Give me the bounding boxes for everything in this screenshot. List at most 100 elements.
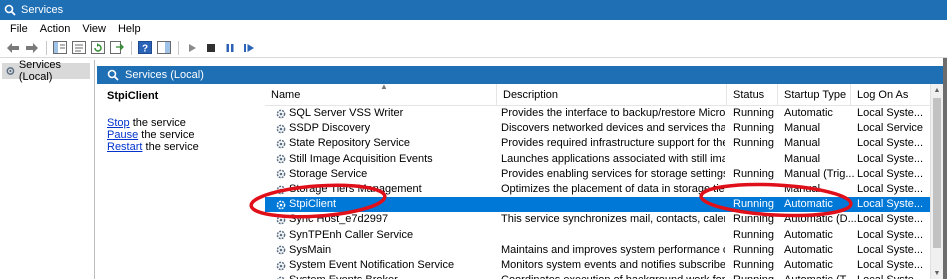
column-header-name[interactable]: ▲ Name: [265, 82, 497, 106]
console-tree: Services (Local): [0, 59, 95, 279]
service-description: This service synchronizes mail, contacts…: [501, 213, 725, 226]
table-row[interactable]: SysMain Maintains and improves system per…: [265, 243, 943, 258]
refresh-icon[interactable]: [89, 39, 107, 57]
service-name-cell: SSDP Discovery: [275, 121, 497, 136]
service-startup-type: Manual: [784, 122, 821, 135]
service-gear-icon: [276, 276, 286, 279]
service-log-on-as: Local Syste...: [857, 259, 924, 271]
action-pause: Pause the service: [107, 129, 265, 141]
service-name-cell: SynTPEnh Caller Service: [275, 228, 497, 243]
service-name: SysMain: [289, 243, 332, 256]
column-header-label: Status: [733, 89, 765, 101]
menu-bar: File Action View Help: [0, 20, 947, 38]
back-arrow-icon[interactable]: [4, 39, 22, 57]
action-text: the service: [142, 141, 199, 153]
service-gear-icon: [276, 230, 286, 240]
service-status: Running: [733, 273, 783, 279]
service-startup-type: Automatic (D...: [784, 213, 856, 226]
show-pane-icon[interactable]: [155, 39, 173, 57]
scroll-up-arrow-icon[interactable]: ▲: [931, 84, 943, 96]
service-startup-type: Manual (Trig...: [784, 167, 855, 180]
service-name: StpiClient: [289, 198, 337, 211]
scrollbar-thumb[interactable]: [933, 98, 941, 248]
forward-arrow-icon[interactable]: [23, 39, 41, 57]
selected-service-name: StpiClient: [107, 90, 159, 102]
service-log-on-as: Local Syste...: [857, 152, 924, 165]
action-text: the service: [138, 129, 195, 141]
table-row[interactable]: SynTPEnh Caller Service Running Automatic L…: [265, 228, 943, 243]
service-status: [733, 182, 783, 197]
table-row[interactable]: Sync Host_e7d2997 This service synchroniz…: [265, 212, 943, 227]
window-edge: [943, 58, 947, 279]
menu-view[interactable]: View: [76, 23, 112, 35]
column-header-description[interactable]: Description: [497, 84, 727, 106]
vertical-scrollbar[interactable]: ▲ ▼: [930, 84, 943, 279]
service-status: Running: [733, 243, 774, 256]
table-row[interactable]: SSDP Discovery Discovers networked device…: [265, 121, 943, 136]
services-gear-icon: [6, 67, 15, 75]
service-startup-type: Automatic: [784, 228, 833, 241]
service-name-cell: State Repository Service: [275, 136, 497, 151]
services-list: ▲ Name Description Status Startup Type L…: [265, 82, 943, 279]
table-row[interactable]: Storage Service Provides enabling service…: [265, 167, 943, 182]
column-header-label: Startup Type: [784, 89, 847, 101]
service-description: Maintains and improves system performanc…: [501, 243, 725, 256]
service-startup-type: Manual: [784, 152, 821, 165]
service-startup-type: Automatic: [784, 198, 833, 211]
tree-item-label: Services (Local): [18, 59, 62, 83]
service-log-on-as: Local Syste...: [857, 137, 924, 150]
toolbar-separator: [46, 40, 47, 55]
table-row[interactable]: Still Image Acquisition Events Launches a…: [265, 152, 943, 167]
service-log-on-as: Local Service: [857, 122, 924, 135]
service-startup-type: Automatic (T...: [784, 273, 856, 279]
service-status: Running: [733, 228, 774, 241]
service-description: Launches applications associated with st…: [501, 152, 725, 165]
service-log-on-as: Local Syste...: [857, 167, 924, 180]
sort-ascending-icon: ▲: [380, 82, 388, 91]
table-row[interactable]: State Repository Service Provides require…: [265, 136, 943, 151]
column-header-label: Log On As: [857, 89, 909, 101]
show-tree-icon[interactable]: [51, 39, 69, 57]
restart-service-icon[interactable]: [240, 39, 258, 57]
table-row[interactable]: System Events Broker Coordinates executio…: [265, 273, 943, 279]
service-log-on-as: Local Syste...: [857, 228, 924, 241]
table-row[interactable]: System Event Notification Service Monitor…: [265, 258, 943, 273]
column-header-status[interactable]: Status: [727, 84, 778, 106]
service-name: Still Image Acquisition Events: [289, 152, 433, 165]
properties-icon[interactable]: [70, 39, 88, 57]
table-row-selected[interactable]: StpiClient Running Automatic Local Syste...: [265, 197, 943, 213]
service-status: Running: [733, 213, 774, 226]
service-status: Running: [733, 198, 774, 211]
pause-service-icon[interactable]: [221, 39, 239, 57]
service-description: Provides the interface to backup/restore…: [501, 107, 725, 119]
table-row[interactable]: Storage Tiers Management Optimizes the pl…: [265, 182, 943, 197]
column-header-startup-type[interactable]: Startup Type: [778, 84, 851, 106]
service-name: SSDP Discovery: [289, 122, 371, 135]
start-service-icon[interactable]: [183, 39, 201, 57]
export-list-icon[interactable]: [108, 39, 126, 57]
service-log-on-as: Local Syste...: [857, 273, 929, 279]
service-description: Optimizes the placement of data in stora…: [501, 183, 725, 195]
service-name-cell: Still Image Acquisition Events: [275, 152, 497, 167]
service-log-on-as: Local Syste...: [857, 243, 924, 256]
service-log-on-as: Local Syste...: [857, 198, 924, 211]
column-header-log-on-as[interactable]: Log On As: [851, 84, 930, 106]
pause-service-link[interactable]: Pause: [107, 129, 138, 141]
svg-text:?: ?: [142, 44, 148, 55]
action-text: the service: [129, 117, 186, 129]
menu-help[interactable]: Help: [112, 23, 147, 35]
table-row[interactable]: SQL Server VSS Writer Provides the interf…: [265, 106, 943, 121]
scroll-down-arrow-icon[interactable]: ▼: [931, 267, 943, 279]
stop-service-icon[interactable]: [202, 39, 220, 57]
window-title: Services: [21, 4, 64, 16]
tree-item-services-local[interactable]: Services (Local): [2, 59, 90, 83]
menu-file[interactable]: File: [4, 23, 34, 35]
service-status: Running: [733, 107, 774, 119]
menu-action[interactable]: Action: [34, 23, 77, 35]
help-icon[interactable]: ?: [136, 39, 154, 57]
restart-service-link[interactable]: Restart: [107, 141, 142, 153]
service-description: Discovers networked devices and services…: [501, 122, 725, 135]
stop-service-link[interactable]: Stop: [107, 117, 130, 129]
service-description: Coordinates execution of background work…: [501, 273, 725, 279]
title-bar: Services: [0, 0, 947, 20]
